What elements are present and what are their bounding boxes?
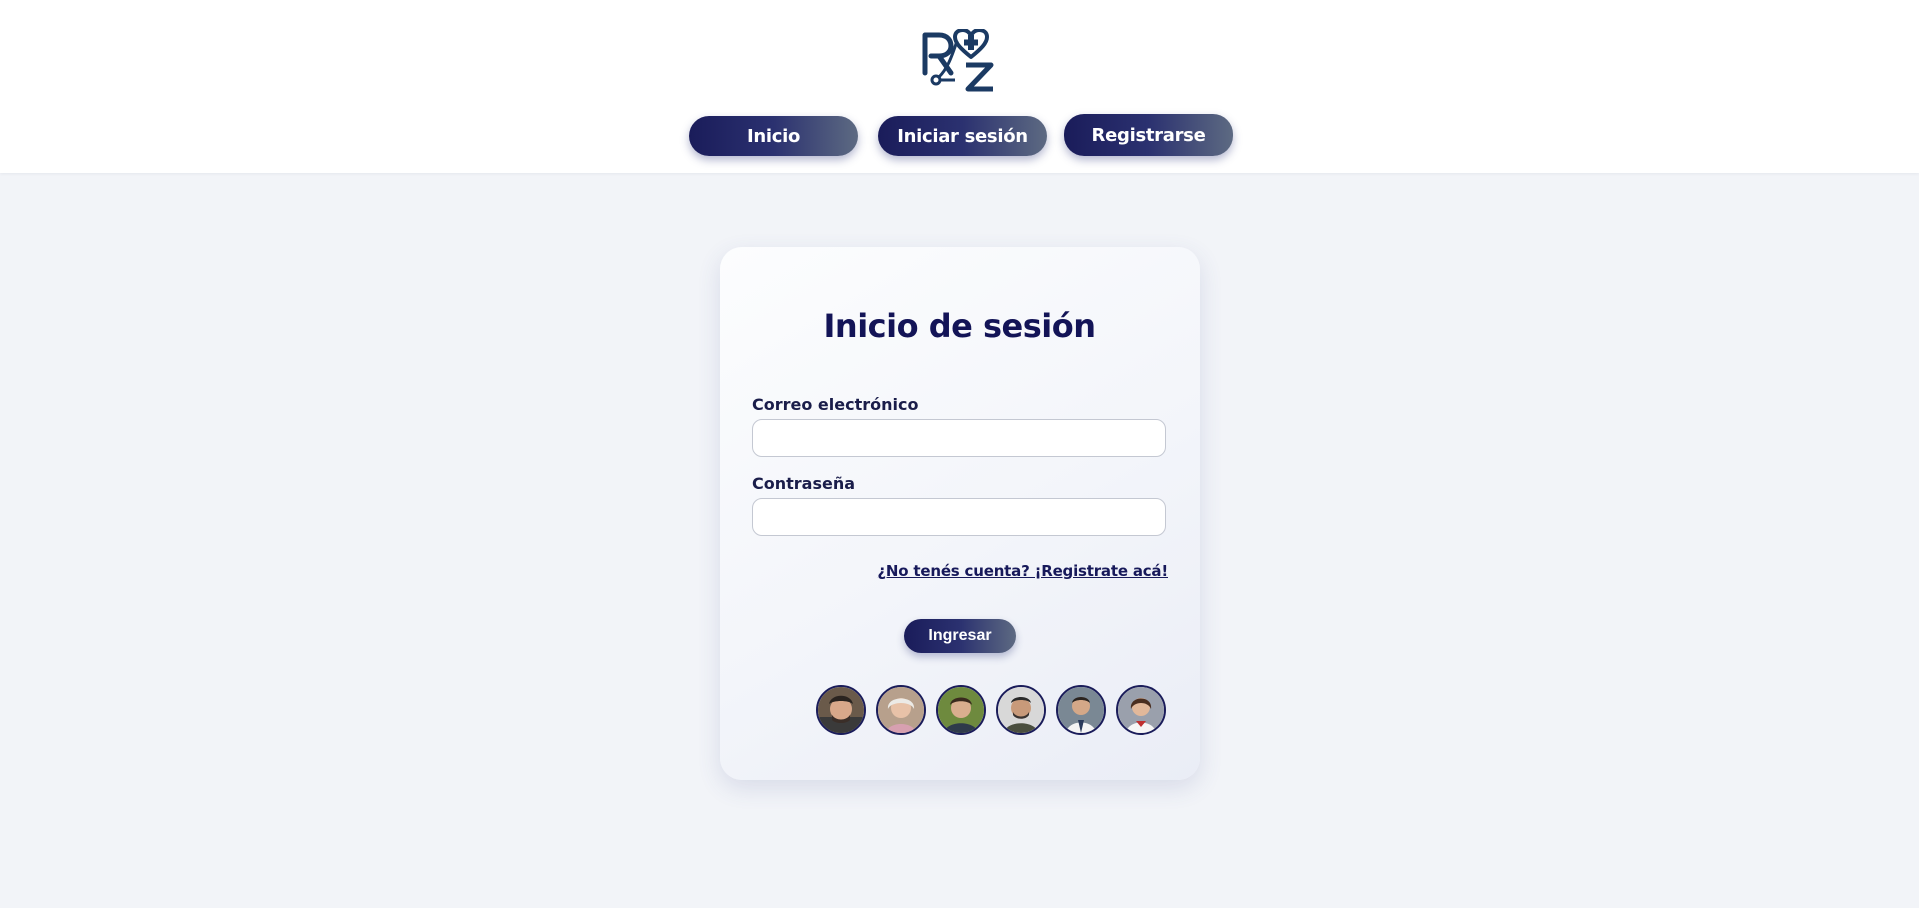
user-avatar-3-icon[interactable] <box>936 685 986 735</box>
avatar-list <box>816 685 1168 737</box>
user-avatar-4-icon[interactable] <box>996 685 1046 735</box>
nav-inicio-button[interactable]: Inicio <box>689 116 858 156</box>
email-field[interactable] <box>752 419 1166 457</box>
nav-login-button[interactable]: Iniciar sesión <box>878 116 1047 156</box>
email-label: Correo electrónico <box>752 395 919 414</box>
submit-button[interactable]: Ingresar <box>904 619 1016 653</box>
register-link[interactable]: ¿No tenés cuenta? ¡Registrate acá! <box>877 562 1168 580</box>
user-avatar-6-icon[interactable] <box>1116 685 1166 735</box>
main-nav: Inicio Iniciar sesión Registrarse <box>0 114 1919 160</box>
login-title: Inicio de sesión <box>823 307 1097 345</box>
password-field[interactable] <box>752 498 1166 536</box>
user-avatar-2-icon[interactable] <box>876 685 926 735</box>
user-avatar-1-icon[interactable] <box>816 685 866 735</box>
user-avatar-5-icon[interactable] <box>1056 685 1106 735</box>
password-label: Contraseña <box>752 474 856 493</box>
rz-logo-icon[interactable] <box>921 28 997 93</box>
site-header: Inicio Iniciar sesión Registrarse <box>0 0 1919 173</box>
nav-register-button[interactable]: Registrarse <box>1064 114 1233 156</box>
